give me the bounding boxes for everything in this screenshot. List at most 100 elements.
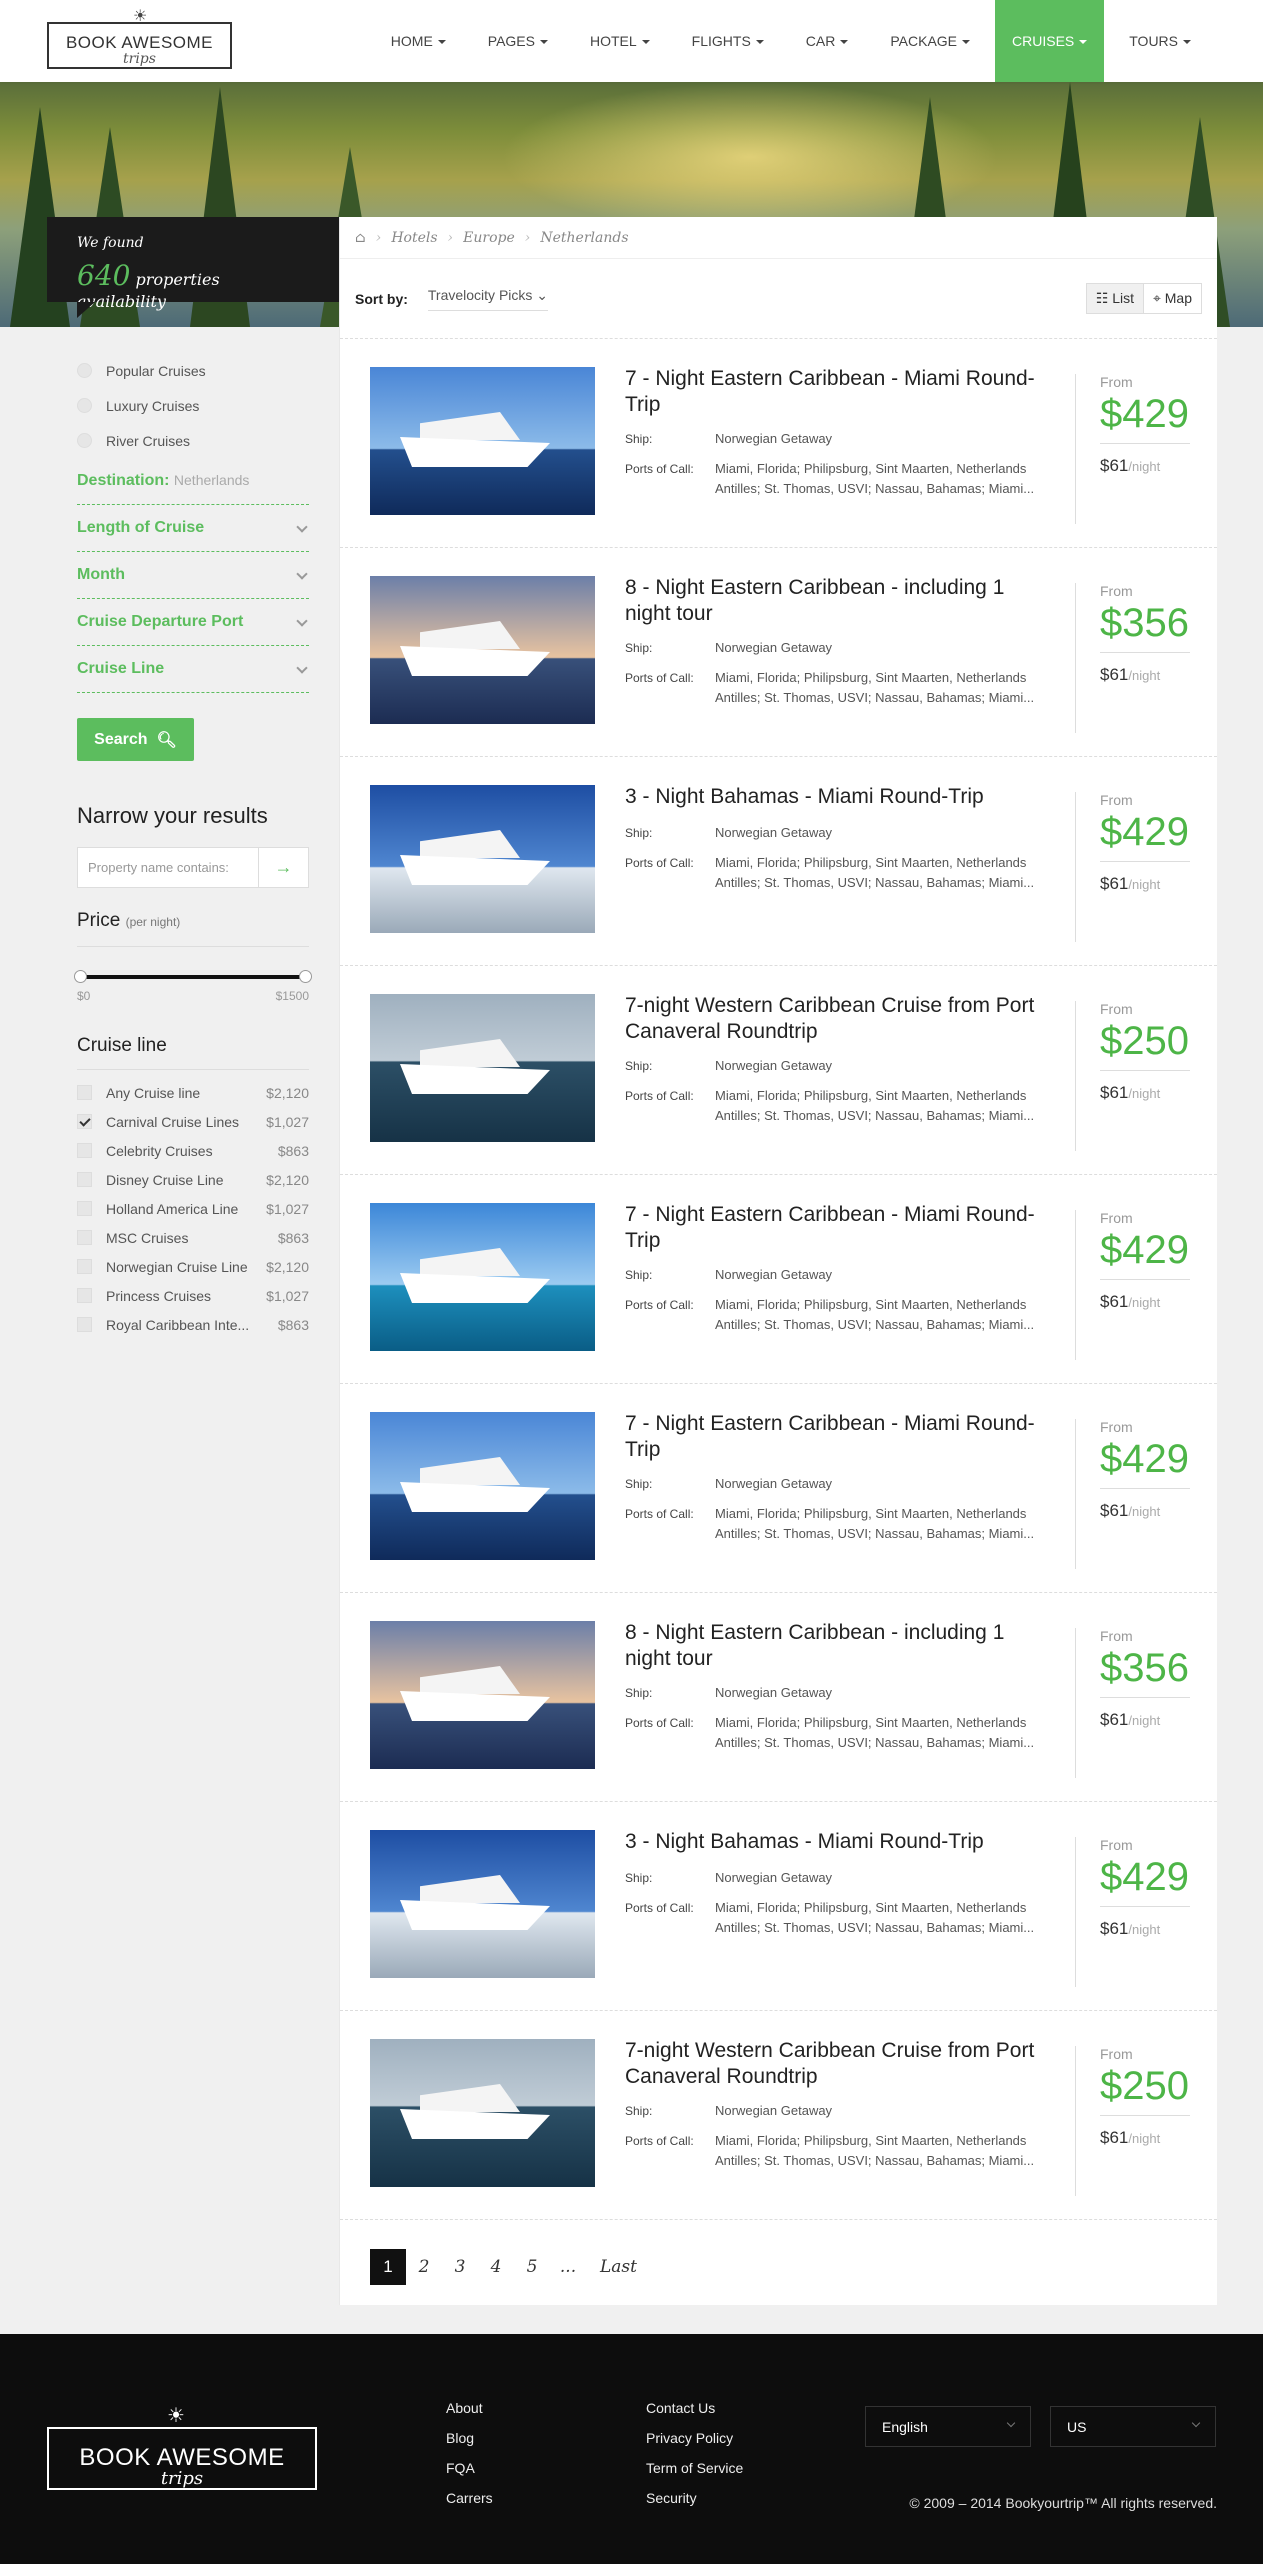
cruise-ship-image[interactable] xyxy=(370,785,595,933)
footer-link-security[interactable]: Security xyxy=(646,2490,743,2520)
cruise-result-card[interactable]: 8 - Night Eastern Caribbean - including … xyxy=(340,548,1217,757)
cruise-ship-image[interactable] xyxy=(370,1412,595,1560)
brand-logo[interactable]: ☀ BOOK AWESOME trips xyxy=(47,8,232,69)
destination-value[interactable]: Netherlands xyxy=(174,472,250,488)
page-4[interactable]: 4 xyxy=(478,2249,514,2285)
cruise-ship-image[interactable] xyxy=(370,2039,595,2187)
list-view-button[interactable]: ☷ List xyxy=(1086,284,1144,313)
nav-car[interactable]: CAR xyxy=(789,0,866,82)
checkbox-checked[interactable] xyxy=(77,1114,92,1129)
cruise-result-card[interactable]: 7 - Night Eastern Caribbean - Miami Roun… xyxy=(340,339,1217,548)
cruise-title[interactable]: 8 - Night Eastern Caribbean - including … xyxy=(625,1620,1055,1672)
checkbox[interactable] xyxy=(77,1085,92,1100)
breadcrumb-europe[interactable]: Europe xyxy=(463,230,515,246)
cruise-title[interactable]: 7 - Night Eastern Caribbean - Miami Roun… xyxy=(625,366,1055,418)
month-select[interactable]: Month xyxy=(77,552,309,599)
page-last[interactable]: Last xyxy=(586,2249,651,2285)
property-name-input[interactable]: Property name contains: xyxy=(78,848,258,887)
cruise-title[interactable]: 7-night Western Caribbean Cruise from Po… xyxy=(625,993,1055,1045)
cruise-line-option[interactable]: Celebrity Cruises $863 xyxy=(77,1136,309,1165)
checkbox[interactable] xyxy=(77,1172,92,1187)
page-1[interactable]: 1 xyxy=(370,2249,406,2285)
checkbox[interactable] xyxy=(77,1317,92,1332)
nav-tours[interactable]: TOURS xyxy=(1112,0,1208,82)
cruise-result-card[interactable]: 7 - Night Eastern Caribbean - Miami Roun… xyxy=(340,1384,1217,1593)
price-from-label: From xyxy=(1100,1001,1133,1017)
destination-field[interactable]: Destination: Netherlands xyxy=(77,458,309,505)
cruise-ship-image[interactable] xyxy=(370,576,595,724)
cruise-result-card[interactable]: 7-night Western Caribbean Cruise from Po… xyxy=(340,966,1217,1175)
page-5[interactable]: 5 xyxy=(514,2249,550,2285)
cruise-ship-image[interactable] xyxy=(370,1830,595,1978)
footer-link-blog[interactable]: Blog xyxy=(446,2430,493,2460)
slider-max-handle[interactable] xyxy=(299,970,312,983)
nav-home[interactable]: HOME xyxy=(374,0,463,82)
cruise-line-option[interactable]: MSC Cruises $863 xyxy=(77,1223,309,1252)
cruise-result-card[interactable]: 7-night Western Caribbean Cruise from Po… xyxy=(340,2011,1217,2220)
checkbox[interactable] xyxy=(77,1143,92,1158)
ship-hull-shape xyxy=(400,437,550,467)
cruise-line-option[interactable]: Princess Cruises $1,027 xyxy=(77,1281,309,1310)
footer-logo[interactable]: ☀ BOOK AWESOME trips xyxy=(47,2405,317,2490)
checkbox[interactable] xyxy=(77,1288,92,1303)
slider-min-handle[interactable] xyxy=(74,970,87,983)
checkbox[interactable] xyxy=(77,1259,92,1274)
cruise-result-card[interactable]: 8 - Night Eastern Caribbean - including … xyxy=(340,1593,1217,1802)
cruise-line-select[interactable]: Cruise Line xyxy=(77,646,309,693)
footer-link-fqa[interactable]: FQA xyxy=(446,2460,493,2490)
page-2[interactable]: 2 xyxy=(406,2249,442,2285)
length-of-cruise-select[interactable]: Length of Cruise xyxy=(77,505,309,552)
cruise-line-option[interactable]: Any Cruise line $2,120 xyxy=(77,1078,309,1107)
nav-flights[interactable]: FLIGHTS xyxy=(675,0,781,82)
cruise-title[interactable]: 7 - Night Eastern Caribbean - Miami Roun… xyxy=(625,1411,1055,1463)
cruise-line-option[interactable]: Norwegian Cruise Line $2,120 xyxy=(77,1252,309,1281)
radio-button[interactable] xyxy=(77,398,92,413)
cruise-title[interactable]: 7 - Night Eastern Caribbean - Miami Roun… xyxy=(625,1202,1055,1254)
cruise-title[interactable]: 8 - Night Eastern Caribbean - including … xyxy=(625,575,1055,627)
arrow-right-icon[interactable]: → xyxy=(258,848,308,887)
type-river-cruises[interactable]: River Cruises xyxy=(77,423,339,458)
cruise-ship-image[interactable] xyxy=(370,994,595,1142)
nav-hotel[interactable]: HOTEL xyxy=(573,0,667,82)
nav-cruises[interactable]: CRUISES xyxy=(995,0,1105,82)
home-icon[interactable]: ⌂ xyxy=(355,230,366,246)
footer-link-about[interactable]: About xyxy=(446,2400,493,2430)
price-block: From $429 $61/night xyxy=(1075,1837,1190,1987)
cruise-ship-image[interactable] xyxy=(370,367,595,515)
departure-port-select[interactable]: Cruise Departure Port xyxy=(77,599,309,646)
cruise-ship-image[interactable] xyxy=(370,1203,595,1351)
price-range-slider[interactable]: $0 $1500 xyxy=(74,969,312,1009)
type-popular-cruises[interactable]: Popular Cruises xyxy=(77,353,339,388)
radio-button[interactable] xyxy=(77,363,92,378)
footer-link-terms[interactable]: Term of Service xyxy=(646,2460,743,2490)
footer-link-carrers[interactable]: Carrers xyxy=(446,2490,493,2520)
map-view-button[interactable]: ⌖ Map xyxy=(1144,284,1201,313)
currency-select[interactable]: US xyxy=(1050,2406,1216,2447)
type-luxury-cruises[interactable]: Luxury Cruises xyxy=(77,388,339,423)
page-3[interactable]: 3 xyxy=(442,2249,478,2285)
breadcrumb-netherlands[interactable]: Netherlands xyxy=(540,230,628,246)
cruise-result-card[interactable]: 3 - Night Bahamas - Miami Round-Trip Ship… xyxy=(340,1802,1217,2011)
radio-button[interactable] xyxy=(77,433,92,448)
cruise-result-card[interactable]: 3 - Night Bahamas - Miami Round-Trip Ship… xyxy=(340,757,1217,966)
cruise-line-option[interactable]: Royal Caribbean Inte... $863 xyxy=(77,1310,309,1339)
cruise-line-option[interactable]: Holland America Line $1,027 xyxy=(77,1194,309,1223)
ship-label: Ship: xyxy=(625,432,653,446)
language-select[interactable]: English xyxy=(865,2406,1031,2447)
cruise-line-option[interactable]: Disney Cruise Line $2,120 xyxy=(77,1165,309,1194)
cruise-title[interactable]: 7-night Western Caribbean Cruise from Po… xyxy=(625,2038,1055,2090)
cruise-title[interactable]: 3 - Night Bahamas - Miami Round-Trip xyxy=(625,1829,1055,1855)
nav-pages[interactable]: PAGES xyxy=(471,0,565,82)
breadcrumb-hotels[interactable]: Hotels xyxy=(391,230,437,246)
checkbox[interactable] xyxy=(77,1201,92,1216)
footer-link-privacy[interactable]: Privacy Policy xyxy=(646,2430,743,2460)
cruise-title[interactable]: 3 - Night Bahamas - Miami Round-Trip xyxy=(625,784,1055,810)
cruise-result-card[interactable]: 7 - Night Eastern Caribbean - Miami Roun… xyxy=(340,1175,1217,1384)
nav-package[interactable]: PACKAGE xyxy=(873,0,987,82)
sort-select[interactable]: Travelocity Picks ⌄ xyxy=(427,287,549,311)
cruise-ship-image[interactable] xyxy=(370,1621,595,1769)
footer-link-contact[interactable]: Contact Us xyxy=(646,2400,743,2430)
search-button[interactable]: Search 🔍︎ xyxy=(77,718,194,761)
cruise-line-option[interactable]: Carnival Cruise Lines $1,027 xyxy=(77,1107,309,1136)
checkbox[interactable] xyxy=(77,1230,92,1245)
